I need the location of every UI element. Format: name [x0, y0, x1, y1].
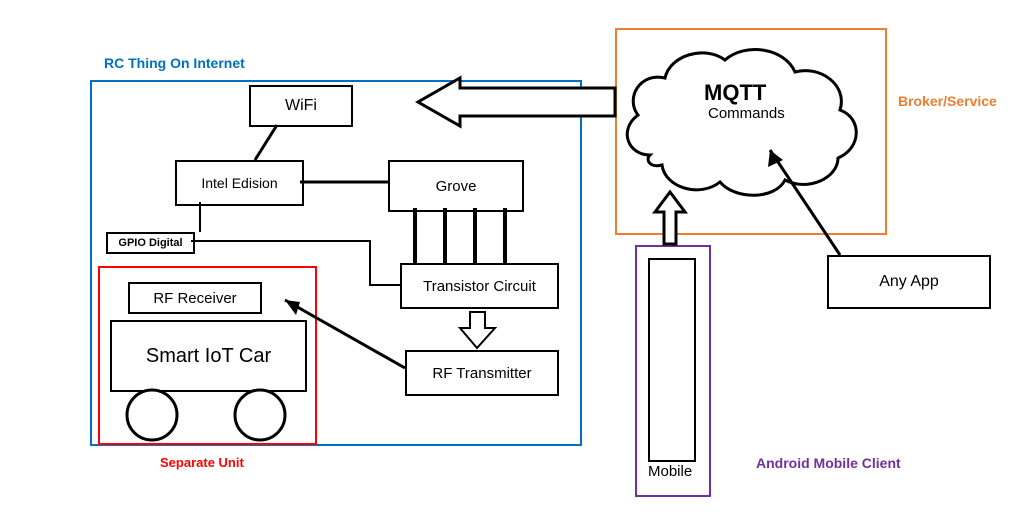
block-rf-transmitter-label: RF Transmitter: [432, 365, 531, 382]
title-broker-service: Broker/Service: [898, 93, 997, 109]
region-broker-service: [615, 28, 887, 235]
block-wifi-label: WiFi: [285, 97, 317, 115]
block-rf-receiver: RF Receiver: [128, 282, 262, 314]
block-rf-transmitter: RF Transmitter: [405, 350, 559, 396]
block-mobile: [648, 258, 696, 462]
block-transistor-circuit: Transistor Circuit: [400, 263, 559, 309]
block-wifi: WiFi: [249, 85, 353, 127]
title-separate-unit: Separate Unit: [160, 455, 244, 470]
block-transistor-circuit-label: Transistor Circuit: [423, 278, 536, 295]
block-rf-receiver-label: RF Receiver: [153, 290, 236, 307]
block-smart-iot-car-label: Smart IoT Car: [146, 345, 271, 368]
block-any-app: Any App: [827, 255, 991, 309]
block-grove-label: Grove: [436, 178, 477, 195]
block-grove: Grove: [388, 160, 524, 212]
title-rc-thing: RC Thing On Internet: [104, 55, 245, 71]
block-any-app-label: Any App: [879, 273, 939, 291]
block-intel-edison-label: Intel Edision: [201, 175, 277, 191]
block-smart-iot-car: Smart IoT Car: [110, 320, 307, 392]
block-gpio-digital: GPIO Digital: [106, 232, 195, 254]
mqtt-heading: MQTT: [704, 80, 766, 106]
block-mobile-label: Mobile: [648, 463, 692, 480]
block-gpio-digital-label: GPIO Digital: [118, 237, 182, 249]
block-intel-edison: Intel Edision: [175, 160, 304, 206]
title-android-client: Android Mobile Client: [756, 455, 901, 471]
mqtt-sub: Commands: [708, 105, 785, 122]
